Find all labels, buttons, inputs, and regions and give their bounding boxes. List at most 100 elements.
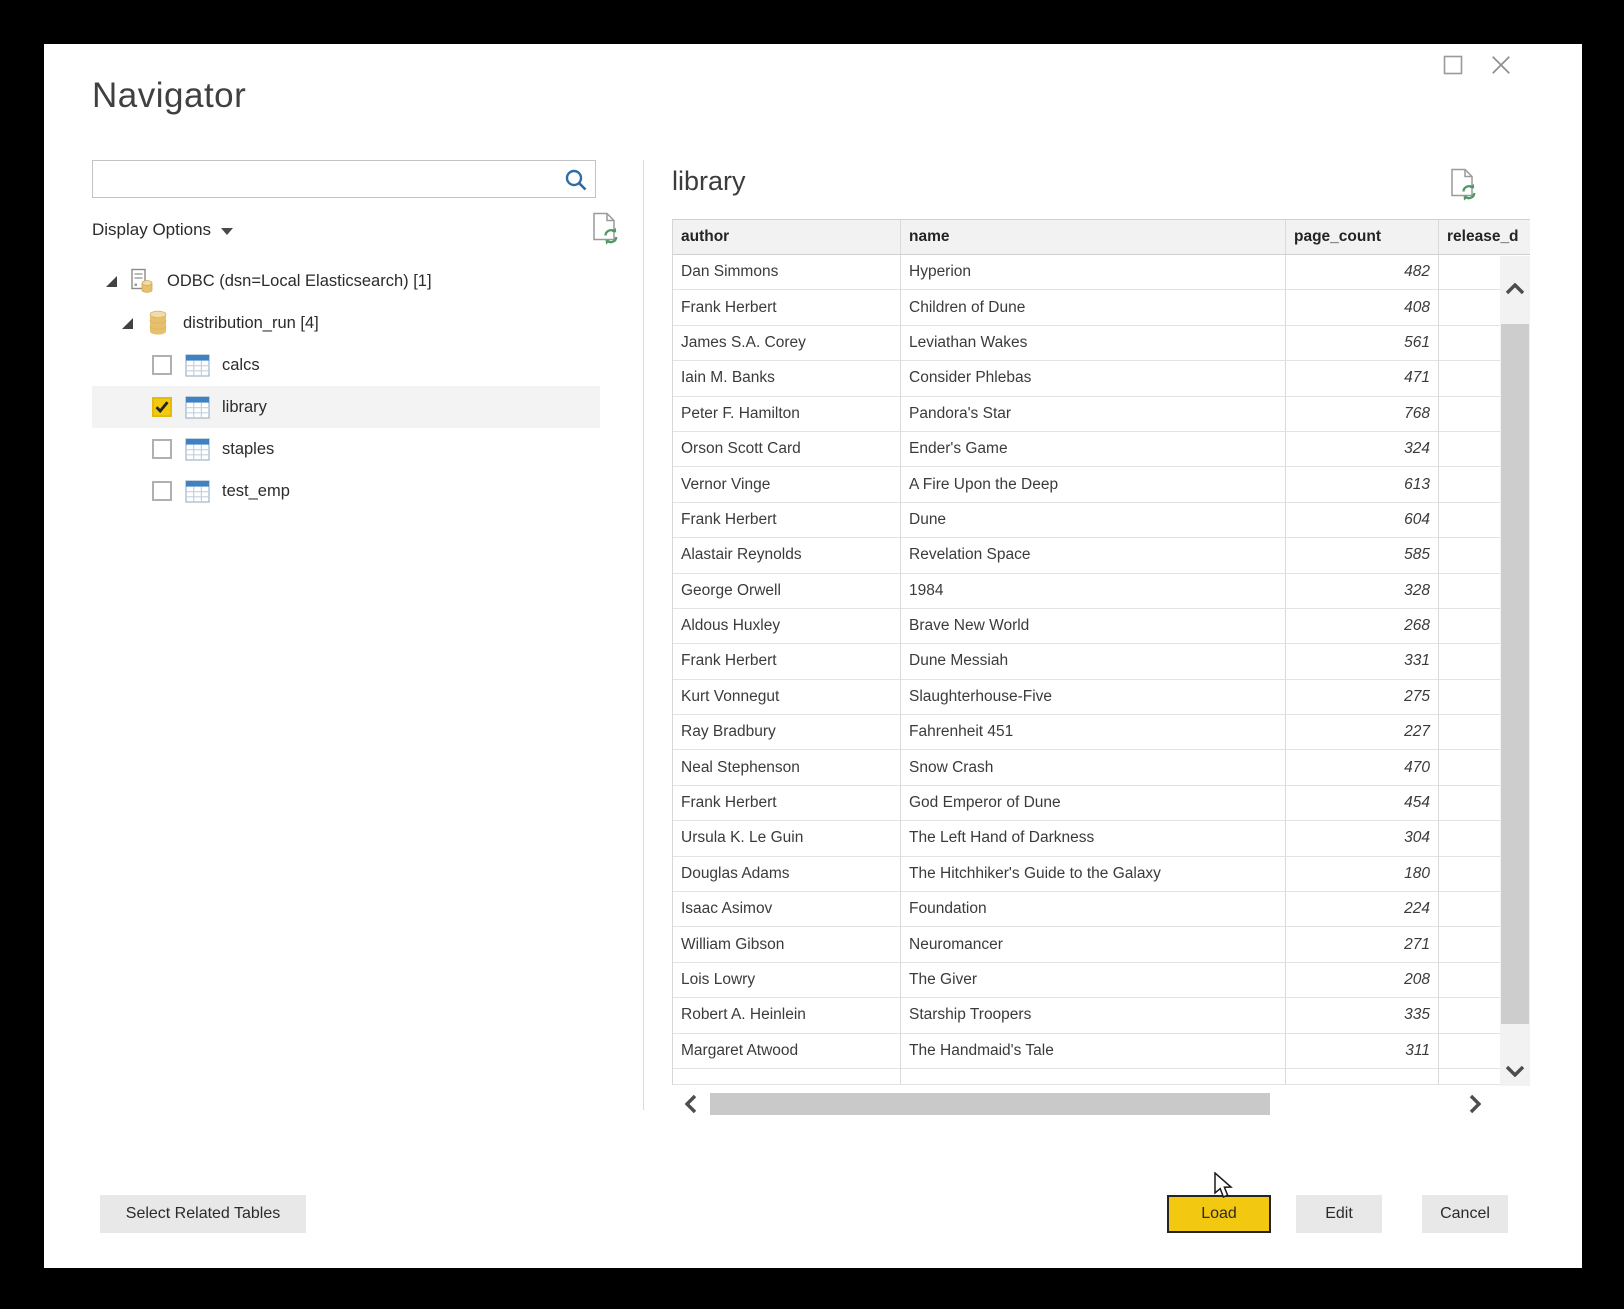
tree-item-staples[interactable]: staples — [92, 428, 600, 470]
item-checkbox[interactable] — [152, 439, 172, 459]
dialog-footer: Select Related Tables Load Edit Cancel — [44, 1195, 1582, 1233]
cell-page_count: 180 — [1286, 857, 1439, 892]
table-row: William GibsonNeuromancer2710 — [673, 927, 1530, 962]
vertical-scrollbar[interactable] — [1500, 256, 1530, 1086]
cell-page_count: 335 — [1286, 998, 1439, 1033]
search-icon — [563, 167, 589, 198]
table-row: Frank HerbertChildren of Dune4082 — [673, 290, 1530, 325]
close-icon — [1490, 53, 1512, 77]
cell-name: Dune Messiah — [901, 644, 1286, 679]
table-row: Alastair ReynoldsRevelation Space5851 — [673, 538, 1530, 573]
tree-item-label: staples — [222, 440, 274, 459]
table-row: Frank HerbertDune Messiah3311 — [673, 644, 1530, 679]
tree-item-calcs[interactable]: calcs — [92, 344, 600, 386]
cell-page_count: 311 — [1286, 1034, 1439, 1069]
tree-item-label: calcs — [222, 356, 260, 375]
maximize-icon — [1443, 55, 1463, 75]
cell-name: The Left Hand of Darkness — [901, 821, 1286, 856]
cell-author: William Gibson — [673, 927, 901, 962]
window-controls — [1442, 54, 1512, 76]
column-header-page_count: page_count — [1286, 220, 1439, 254]
table-row: Aldous HuxleyBrave New World2680 — [673, 609, 1530, 644]
cell-author: Aldous Huxley — [673, 609, 901, 644]
cell-page_count: 331 — [1286, 644, 1439, 679]
table-row: Dan SimmonsHyperion4822 — [673, 255, 1530, 290]
vertical-scroll-thumb[interactable] — [1501, 324, 1529, 1024]
cell-page_count: 613 — [1286, 467, 1439, 502]
table-row: Kurt VonnegutSlaughterhouse-Five2750 — [673, 680, 1530, 715]
cell-author: Orson Scott Card — [673, 432, 901, 467]
select-related-tables-button[interactable]: Select Related Tables — [100, 1195, 306, 1233]
scroll-left-icon[interactable] — [676, 1090, 706, 1118]
refresh-preview-button[interactable] — [1448, 168, 1479, 206]
cell-author: Frank Herbert — [673, 503, 901, 538]
cell-name: 1984 — [901, 574, 1286, 609]
cell-author: Ray Bradbury — [673, 715, 901, 750]
tree-item-test-emp[interactable]: test_emp — [92, 470, 600, 512]
tree-item-label: test_emp — [222, 482, 290, 501]
dialog-title: Navigator — [92, 76, 246, 116]
cell-page_count: 328 — [1286, 574, 1439, 609]
horizontal-scroll-thumb[interactable] — [710, 1093, 1270, 1115]
cell-name: Children of Dune — [901, 290, 1286, 325]
cell-name: The Handmaid's Tale — [901, 1034, 1286, 1069]
tree-item-odbc-dsn-local-elasticsearch-1[interactable]: ODBC (dsn=Local Elasticsearch) [1] — [92, 260, 600, 302]
left-panel: Display Options ODBC (dsn=Local Elastics… — [92, 160, 596, 512]
cell-name: Leviathan Wakes — [901, 326, 1286, 361]
item-checkbox[interactable] — [152, 355, 172, 375]
cell-page_count: 471 — [1286, 361, 1439, 396]
tree-item-label: ODBC (dsn=Local Elasticsearch) [1] — [167, 272, 432, 291]
table-row: George Orwell19843280 — [673, 574, 1530, 609]
expanded-triangle-icon[interactable] — [122, 318, 133, 329]
cell-page_count: 268 — [1286, 609, 1439, 644]
cell-author: Alastair Reynolds — [673, 538, 901, 573]
cell-page_count: 271 — [1286, 927, 1439, 962]
display-options-row: Display Options — [92, 214, 596, 246]
table-row: Orson Scott CardEnder's Game3240 — [673, 432, 1530, 467]
cell-name: Slaughterhouse-Five — [901, 680, 1286, 715]
mouse-cursor — [1212, 1172, 1238, 1205]
cancel-button[interactable]: Cancel — [1422, 1195, 1508, 1233]
search-input[interactable] — [101, 161, 561, 197]
cell-author: Robert A. Heinlein — [673, 998, 901, 1033]
table-row: Frank HerbertGod Emperor of Dune4542 — [673, 786, 1530, 821]
cell-author: James S.A. Corey — [673, 326, 901, 361]
cell-page_count: 768 — [1286, 397, 1439, 432]
cell-name: Starship Troopers — [901, 998, 1286, 1033]
cell-name: Ender's Game — [901, 432, 1286, 467]
odbc-source-icon — [129, 268, 155, 294]
scroll-down-icon[interactable] — [1500, 1056, 1530, 1086]
table-row: Frank HerbertDune6040 — [673, 503, 1530, 538]
tree-item-library[interactable]: library — [92, 386, 600, 428]
cell-name: The Hitchhiker's Guide to the Galaxy — [901, 857, 1286, 892]
expanded-triangle-icon[interactable] — [106, 276, 117, 287]
tree-item-label: library — [222, 398, 267, 417]
item-checkbox[interactable] — [152, 397, 172, 417]
cell-page_count: 224 — [1286, 892, 1439, 927]
maximize-button[interactable] — [1442, 54, 1464, 76]
cell-name: A Fire Upon the Deep — [901, 467, 1286, 502]
cell-name: Fahrenheit 451 — [901, 715, 1286, 750]
cell-page_count: 561 — [1286, 326, 1439, 361]
item-checkbox[interactable] — [152, 481, 172, 501]
scroll-right-icon[interactable] — [1460, 1090, 1490, 1118]
cell-author: Isaac Asimov — [673, 892, 901, 927]
cell-page_count: 585 — [1286, 538, 1439, 573]
cell-page_count: 408 — [1286, 290, 1439, 325]
preview-title: library — [672, 166, 746, 197]
table-icon — [184, 436, 210, 462]
display-options-dropdown[interactable]: Display Options — [92, 220, 233, 240]
cell-page_count: 324 — [1286, 432, 1439, 467]
cell-name: Consider Phlebas — [901, 361, 1286, 396]
cell-author: Neal Stephenson — [673, 750, 901, 785]
tree-item-distribution-run-4[interactable]: distribution_run [4] — [92, 302, 600, 344]
edit-button[interactable]: Edit — [1296, 1195, 1382, 1233]
horizontal-scrollbar[interactable] — [672, 1090, 1530, 1118]
cell-page_count: 454 — [1286, 786, 1439, 821]
cell-name: Neuromancer — [901, 927, 1286, 962]
refresh-tree-button[interactable] — [590, 212, 621, 250]
table-icon — [184, 352, 210, 378]
close-button[interactable] — [1490, 54, 1512, 76]
scroll-up-icon[interactable] — [1500, 274, 1530, 304]
table-row: Ursula K. Le GuinThe Left Hand of Darkne… — [673, 821, 1530, 856]
